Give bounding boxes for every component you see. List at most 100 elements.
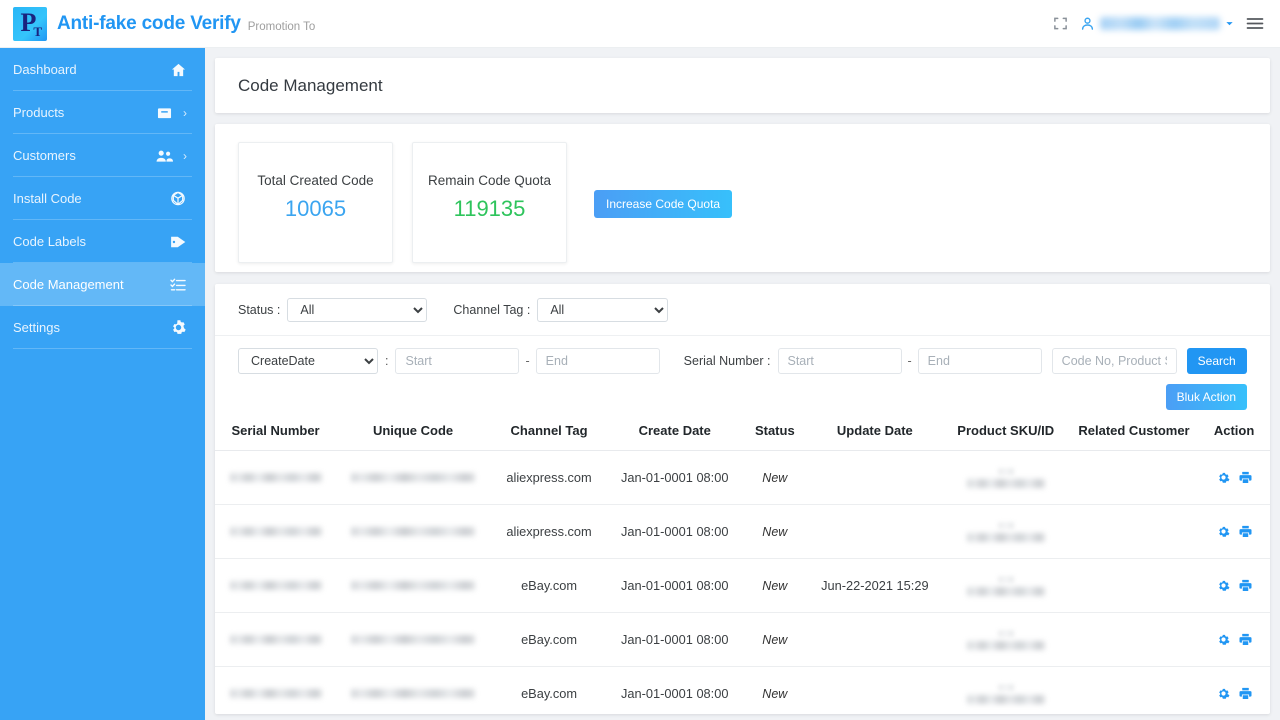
box-icon <box>155 106 173 120</box>
sidebar-item-code-labels[interactable]: Code Labels <box>0 220 205 263</box>
increase-code-quota-button[interactable]: Increase Code Quota <box>594 190 733 218</box>
print-icon[interactable] <box>1239 525 1252 538</box>
print-icon[interactable] <box>1239 471 1252 484</box>
gear-icon[interactable] <box>1217 687 1230 700</box>
cell-action <box>1198 504 1270 559</box>
redacted-product-sku <box>942 575 1070 596</box>
sidebar-item-settings[interactable]: Settings <box>0 306 205 349</box>
cell-product-sku-id <box>941 558 1070 613</box>
hamburger-menu-icon[interactable] <box>1246 16 1264 31</box>
status-filter-select[interactable]: All <box>287 298 428 322</box>
cell-channel-tag: eBay.com <box>490 612 609 667</box>
user-menu[interactable] <box>1080 16 1234 31</box>
serial-number-filter-label: Serial Number : <box>683 354 771 368</box>
sidebar-item-products[interactable]: Products › <box>0 91 205 134</box>
cell-action <box>1198 450 1270 505</box>
chevron-right-icon: › <box>183 105 187 120</box>
top-header-bar: P T Anti-fake code Verify Promotion To <box>0 0 1280 48</box>
tags-icon <box>169 235 187 249</box>
search-button[interactable]: Search <box>1186 348 1247 374</box>
cell-status: New <box>741 612 809 667</box>
sidebar-item-customers[interactable]: Customers › <box>0 134 205 177</box>
gear-icon <box>169 320 187 335</box>
status-badge: New <box>762 525 788 539</box>
column-header-create-date: Create Date <box>608 423 742 451</box>
fullscreen-icon[interactable] <box>1053 16 1068 31</box>
print-icon[interactable] <box>1239 633 1252 646</box>
sidebar-item-label: Settings <box>13 320 60 335</box>
print-icon[interactable] <box>1239 579 1252 592</box>
serial-end-input[interactable] <box>917 348 1042 374</box>
redacted-product-sku <box>942 629 1070 650</box>
redacted-serial-number <box>229 527 322 536</box>
user-name-label <box>1100 17 1220 30</box>
status-badge: New <box>762 579 788 593</box>
cell-product-sku-id <box>941 450 1070 505</box>
table-row[interactable]: aliexpress.com Jan-01-0001 08:00 New <box>215 504 1270 559</box>
stats-panel: Total Created Code 10065 Remain Code Quo… <box>215 124 1270 272</box>
cell-channel-tag: eBay.com <box>490 558 609 613</box>
brand-title: Anti-fake code Verify <box>57 12 241 34</box>
print-icon[interactable] <box>1239 687 1252 700</box>
table-header: Serial Number Unique Code Channel Tag Cr… <box>215 423 1270 451</box>
cell-serial-number <box>215 558 337 613</box>
channel-tag-filter-select[interactable]: All <box>537 298 669 322</box>
date-field-select[interactable]: CreateDate <box>238 348 378 374</box>
cell-serial-number <box>215 666 337 720</box>
sidebar-item-code-management[interactable]: Code Management <box>0 263 205 306</box>
gear-icon[interactable] <box>1217 579 1230 592</box>
gear-icon[interactable] <box>1217 525 1230 538</box>
page-title: Code Management <box>238 75 383 95</box>
redacted-unique-code <box>351 689 476 698</box>
sidebar-navigation: Dashboard Products › Customers › Install… <box>0 48 205 720</box>
cell-unique-code <box>336 612 491 667</box>
colon-separator: : <box>385 354 389 368</box>
table-row[interactable]: eBay.com Jan-01-0001 08:00 New <box>215 612 1270 667</box>
stat-card-total-created-code: Total Created Code 10065 <box>238 142 393 263</box>
column-header-product-sku-id: Product SKU/ID <box>941 423 1070 451</box>
cell-create-date: Jan-01-0001 08:00 <box>608 450 742 505</box>
column-header-status: Status <box>741 423 809 451</box>
table-row[interactable]: aliexpress.com Jan-01-0001 08:00 New <box>215 450 1270 505</box>
cell-update-date <box>808 612 942 667</box>
search-keyword-input[interactable] <box>1051 348 1177 374</box>
logo-letter-t: T <box>33 23 42 39</box>
column-header-related-customer: Related Customer <box>1069 423 1199 451</box>
cell-action <box>1198 558 1270 613</box>
serial-start-input[interactable] <box>777 348 902 374</box>
redacted-serial-number <box>229 635 322 644</box>
cell-related-customer <box>1069 450 1199 505</box>
status-filter-label: Status : <box>238 303 281 317</box>
bulk-action-button[interactable]: Bluk Action <box>1165 384 1247 410</box>
filter-row-primary: Status : All Channel Tag : All <box>215 284 1270 336</box>
home-icon <box>169 63 187 77</box>
sidebar-item-install-code[interactable]: Install Code <box>0 177 205 220</box>
sidebar-item-label: Customers <box>13 148 76 163</box>
redacted-serial-number <box>229 689 322 698</box>
date-end-input[interactable] <box>535 348 660 374</box>
channel-tag-filter-label: Channel Tag : <box>453 303 531 317</box>
cell-product-sku-id <box>941 504 1070 559</box>
sidebar-item-dashboard[interactable]: Dashboard <box>0 48 205 91</box>
list-check-icon <box>169 278 187 292</box>
brand: P T Anti-fake code Verify Promotion To <box>0 6 315 41</box>
cell-action <box>1198 612 1270 667</box>
gear-icon[interactable] <box>1217 471 1230 484</box>
table-row[interactable]: eBay.com Jan-01-0001 08:00 New <box>215 666 1270 720</box>
cell-unique-code <box>336 504 491 559</box>
cell-update-date <box>808 666 942 720</box>
sidebar-item-label: Install Code <box>13 191 82 206</box>
sidebar-item-label: Code Labels <box>13 234 86 249</box>
cell-unique-code <box>336 450 491 505</box>
cell-update-date: Jun-22-2021 15:29 <box>808 558 942 613</box>
chevron-right-icon: › <box>183 148 187 163</box>
column-header-channel-tag: Channel Tag <box>490 423 609 451</box>
status-badge: New <box>762 471 788 485</box>
table-row[interactable]: eBay.com Jan-01-0001 08:00 New Jun-22-2021 … <box>215 558 1270 613</box>
cell-create-date: Jan-01-0001 08:00 <box>608 612 742 667</box>
page-title-card: Code Management <box>215 58 1270 113</box>
stat-label: Total Created Code <box>257 173 374 188</box>
cell-serial-number <box>215 612 337 667</box>
gear-icon[interactable] <box>1217 633 1230 646</box>
date-start-input[interactable] <box>395 348 520 374</box>
